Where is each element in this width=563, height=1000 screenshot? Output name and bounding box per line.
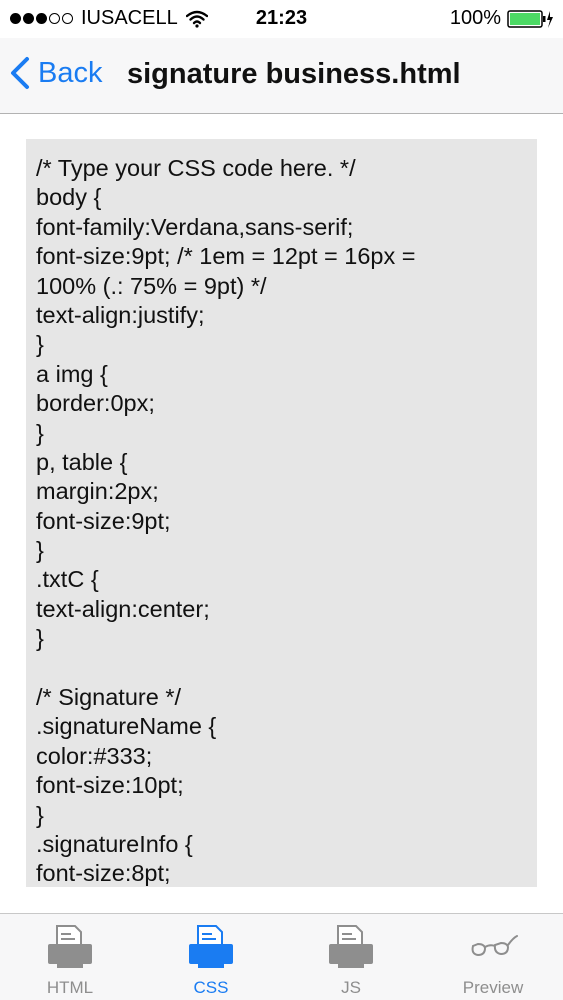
code-line: } bbox=[36, 625, 44, 652]
code-line: /* Type your CSS code here. */ bbox=[36, 155, 356, 181]
battery-charging-icon bbox=[507, 9, 553, 28]
code-line: body { bbox=[36, 184, 102, 211]
page-title: signature business.html bbox=[127, 58, 461, 90]
code-line: } bbox=[36, 419, 44, 446]
glasses-icon bbox=[471, 935, 518, 957]
screen: IUSACELL 21:23 100% Back signature busin… bbox=[0, 0, 563, 1000]
code-line: text-align:justify; bbox=[36, 301, 205, 328]
back-label: Back bbox=[38, 56, 103, 89]
code-line: margin:2px; bbox=[36, 478, 159, 505]
printer-icon bbox=[329, 925, 373, 968]
code-line: .signatureInfo { bbox=[36, 830, 193, 857]
code-line: /* Signature */ bbox=[36, 684, 182, 711]
code-line: .txtC { bbox=[36, 566, 99, 593]
tab-label: HTML bbox=[46, 978, 94, 997]
code-line: border:0px; bbox=[36, 390, 155, 417]
tab-js[interactable]: JS bbox=[281, 914, 421, 1000]
back-button[interactable]: Back bbox=[10, 56, 102, 90]
code-line: a img { bbox=[36, 360, 108, 387]
tab-css[interactable]: CSS bbox=[141, 914, 281, 1000]
code-line: } bbox=[36, 801, 44, 828]
code-line: text-align:center; bbox=[36, 595, 210, 622]
css-code-editor[interactable]: /* Type your CSS code here. */ body { fo… bbox=[26, 139, 537, 887]
status-right: 100% bbox=[450, 7, 553, 30]
tab-label: CSS bbox=[193, 978, 229, 997]
code-line: font-family:Verdana,sans-serif; bbox=[36, 213, 354, 240]
code-line: font-size:8pt; bbox=[36, 860, 171, 887]
code-line: 100% (.: 75% = 9pt) */ bbox=[36, 272, 267, 299]
code-line: font-size:10pt; bbox=[36, 772, 184, 799]
code-line: p, table { bbox=[36, 448, 128, 475]
code-line: } bbox=[36, 331, 44, 358]
tab-bar: HTML CSS JS Preview bbox=[0, 913, 563, 1000]
code-line: } bbox=[36, 537, 44, 564]
tab-html[interactable]: HTML bbox=[0, 914, 140, 1000]
tab-preview[interactable]: Preview bbox=[423, 914, 563, 1000]
chevron-left-icon bbox=[11, 57, 29, 89]
printer-icon bbox=[189, 925, 233, 968]
printer-icon bbox=[48, 925, 92, 968]
tab-label: JS bbox=[341, 978, 361, 997]
navigation-bar: Back signature business.html bbox=[0, 38, 563, 114]
code-line: .signatureName { bbox=[36, 713, 217, 740]
battery-percent: 100% bbox=[449, 7, 501, 29]
code-line: color:#333; bbox=[36, 742, 153, 769]
code-line: font-size:9pt; /* 1em = 12pt = 16px = bbox=[36, 243, 416, 270]
status-bar: IUSACELL 21:23 100% bbox=[0, 0, 563, 38]
code-line: font-size:9pt; bbox=[36, 507, 171, 534]
tab-label: Preview bbox=[462, 978, 524, 997]
